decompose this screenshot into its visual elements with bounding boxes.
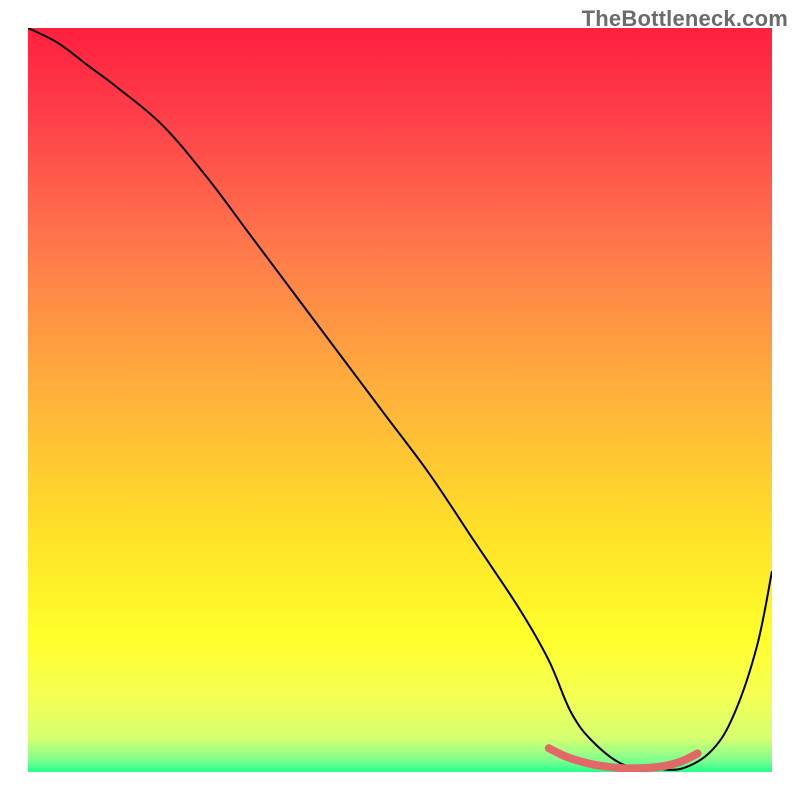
bottleneck-chart: TheBottleneck.com [0,0,800,800]
chart-svg [0,0,800,800]
chart-background [28,28,772,772]
watermark-text: TheBottleneck.com [582,6,788,32]
